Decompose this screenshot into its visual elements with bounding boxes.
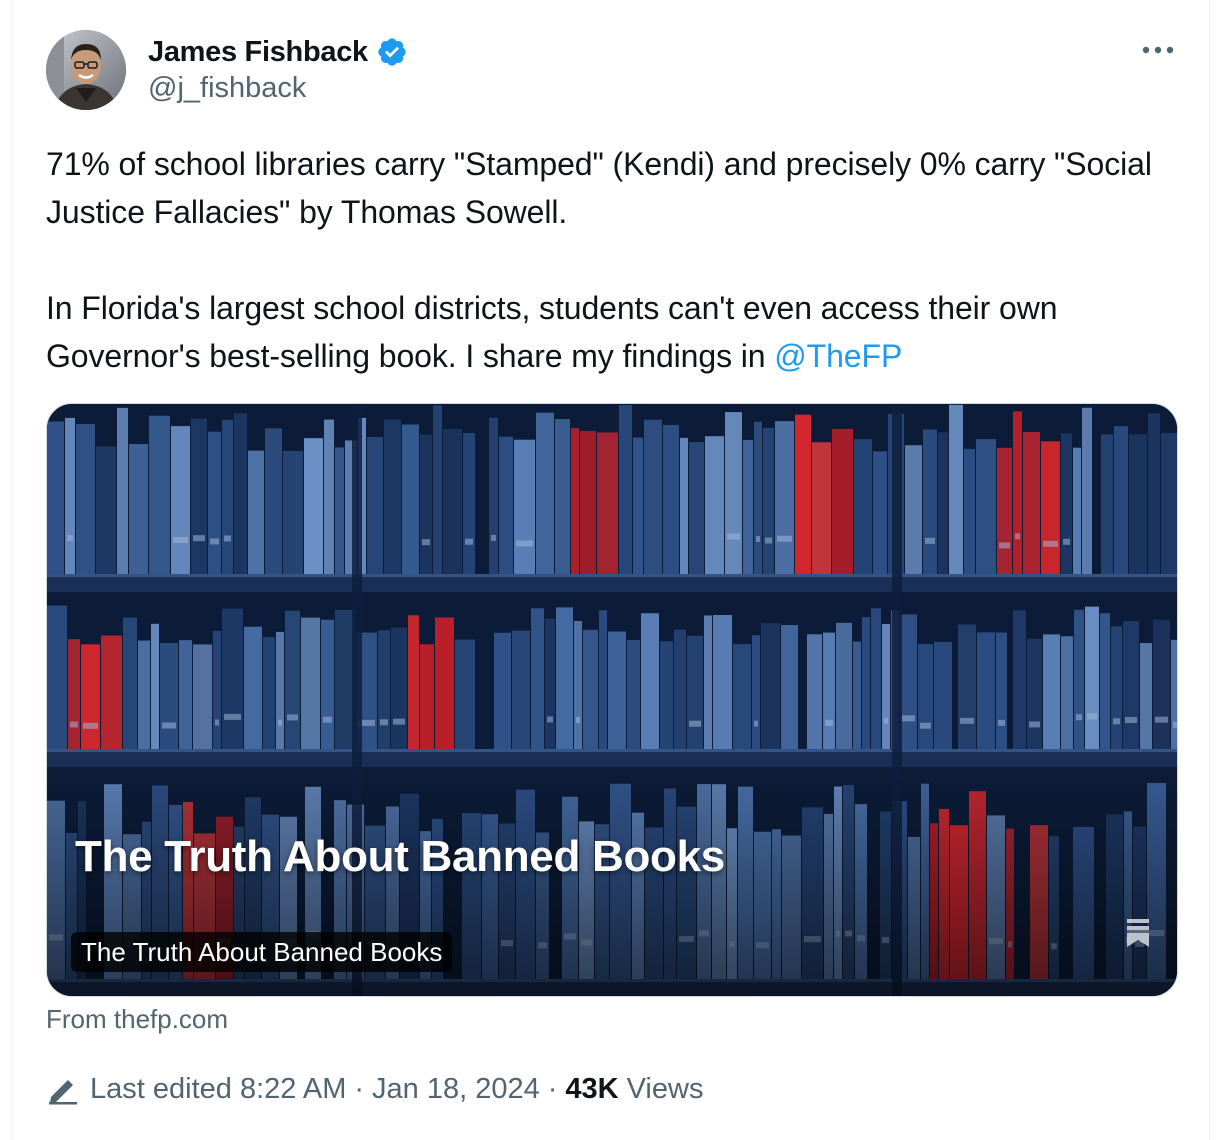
tweet-paragraph-1: 71% of school libraries carry "Stamped" … bbox=[46, 146, 1152, 230]
edited-label[interactable]: Last edited bbox=[90, 1073, 232, 1106]
mention-link[interactable]: @TheFP bbox=[774, 338, 902, 374]
views-label[interactable]: Views bbox=[627, 1073, 704, 1106]
tweet-date[interactable]: Jan 18, 2024 bbox=[372, 1073, 540, 1106]
bookmark-icon bbox=[1127, 919, 1149, 947]
author-handle[interactable]: @j_fishback bbox=[148, 72, 306, 105]
card-image bbox=[47, 404, 1177, 996]
pencil-icon bbox=[49, 1080, 77, 1105]
card-title-pill: The Truth About Banned Books bbox=[71, 932, 453, 972]
more-icon[interactable] bbox=[1138, 34, 1178, 66]
card-image-headline: The Truth About Banned Books bbox=[75, 832, 725, 881]
tweet-meta: Last edited 8:22 AM · Jan 18, 2024 · 43K… bbox=[46, 1068, 703, 1110]
avatar-image bbox=[46, 30, 126, 110]
avatar[interactable] bbox=[46, 30, 126, 110]
tweet-paragraph-2-text: In Florida's largest school districts, s… bbox=[46, 290, 1058, 374]
tweet-text: 71% of school libraries carry "Stamped" … bbox=[46, 140, 1186, 380]
card-source[interactable]: From thefp.com bbox=[46, 1004, 228, 1035]
meta-separator: · bbox=[354, 1072, 365, 1105]
author-display-name[interactable]: James Fishback bbox=[148, 36, 368, 69]
tweet-paragraph-2: In Florida's largest school districts, s… bbox=[46, 284, 1186, 380]
tweet-time[interactable]: 8:22 AM bbox=[240, 1073, 346, 1106]
verified-badge-icon[interactable] bbox=[376, 36, 408, 68]
link-card[interactable]: The Truth About Banned Books The Truth A… bbox=[46, 403, 1178, 997]
views-count[interactable]: 43K bbox=[565, 1073, 618, 1106]
author-name-row[interactable]: James Fishback bbox=[148, 34, 408, 70]
meta-separator: · bbox=[547, 1072, 558, 1105]
